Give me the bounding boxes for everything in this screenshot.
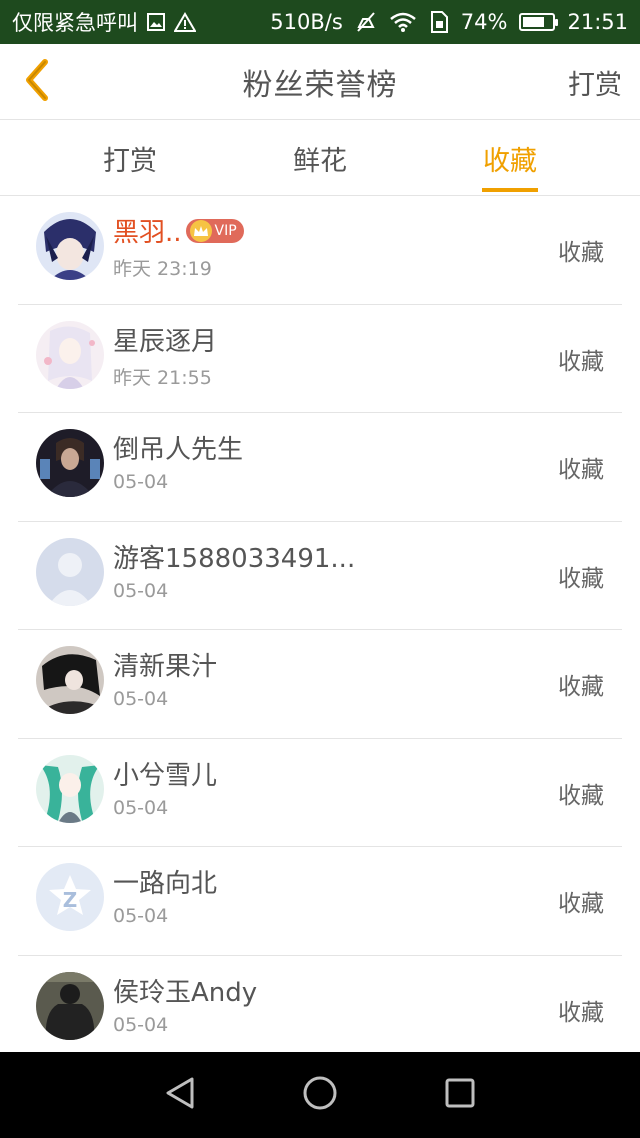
user-name-line: 一路向北 [113,863,217,900]
network-speed: 510B/s [270,10,343,34]
collect-time: 05-04 [113,471,169,493]
list-item[interactable]: 黑羽.. VIP 昨天 23:19 收藏 [18,196,622,305]
user-name-line: 小兮雪儿 [113,755,217,792]
tab-reward-label: 打赏 [103,145,157,177]
list-item[interactable]: 星辰逐月 昨天 21:55 收藏 [18,305,622,413]
tab-bar: 打赏 鲜花 收藏 [0,120,640,196]
collect-time: 05-04 [113,579,169,602]
list-item[interactable]: 倒吊人先生 05-04 收藏 [18,413,622,522]
active-tab-indicator [482,188,538,192]
user-name: 侯玲玉Andy [113,977,258,1008]
user-name-line: 黑羽.. VIP [113,212,244,249]
avatar [36,212,104,280]
row-action-label: 收藏 [558,999,604,1026]
avatar [36,320,104,389]
avatar [36,971,104,1040]
user-name-line: 清新果汁 [113,646,217,683]
row-action-label: 收藏 [558,457,604,483]
collect-time: 05-04 [113,796,169,819]
user-name-line: 游客1588033491... [113,538,355,575]
collect-time: 05-04 [113,905,169,927]
user-name-line: 星辰逐月 [113,321,217,358]
collect-time: 05-04 [113,1013,169,1036]
row-action-label: 收藏 [558,891,604,917]
user-name: 小兮雪儿 [113,760,218,791]
user-name-line: 倒吊人先生 [113,429,243,466]
user-name: 黑羽.. [113,218,182,248]
user-name: 清新果汁 [113,652,218,682]
tab-favorites[interactable]: 收藏 [450,120,570,196]
reward-button[interactable]: 打赏 [568,44,622,120]
back-triangle-icon [164,1076,196,1114]
user-name: 倒吊人先生 [113,435,244,465]
list-item[interactable]: 清新果汁 05-04 收藏 [18,630,622,739]
chevron-left-icon [21,58,51,106]
avatar [36,429,104,497]
back-button[interactable] [14,58,58,106]
avatar [36,754,104,823]
user-name: 一路向北 [113,869,218,899]
list-item[interactable]: 小兮雪儿 05-04 收藏 [18,739,622,847]
row-action-label: 收藏 [558,565,604,592]
row-action-label: 收藏 [558,782,604,809]
home-circle-icon [302,1075,338,1115]
collect-time: 昨天 23:19 [113,258,212,280]
tab-reward[interactable]: 打赏 [70,120,190,196]
recents-square-icon [444,1077,476,1113]
system-nav-bar [0,1052,640,1138]
tab-favorites-label: 收藏 [483,145,537,177]
sim-icon [429,11,449,33]
user-name: 游客1588033491... [113,543,356,574]
vip-label: VIP [214,222,237,239]
list-item[interactable]: 游客1588033491... 05-04 收藏 [18,522,622,630]
collect-time: 05-04 [113,688,169,710]
collect-time: 昨天 21:55 [113,366,212,389]
nav-back-button[interactable] [150,1065,210,1125]
user-name-line: 侯玲玉Andy [113,972,257,1009]
avatar: Z [36,863,104,931]
vip-badge: VIP [185,218,244,243]
list-item[interactable]: 侯玲玉Andy 05-04 收藏 [18,956,622,1053]
clock: 21:51 [567,10,628,34]
fan-list: 黑羽.. VIP 昨天 23:19 收藏 星辰逐月 昨天 21:55 收藏 倒吊… [0,196,640,1052]
battery-icon [519,13,559,31]
row-action-label: 收藏 [558,240,604,266]
tab-flowers[interactable]: 鲜花 [260,120,380,196]
svg-text:Z: Z [63,888,78,912]
avatar [36,537,104,606]
row-action-label: 收藏 [558,348,604,375]
mute-icon [355,11,377,33]
battery-percent: 74% [460,10,508,34]
row-action-label: 收藏 [558,674,604,700]
user-name: 星辰逐月 [113,326,218,357]
nav-recents-button[interactable] [430,1065,490,1125]
list-item[interactable]: Z 一路向北 05-04 收藏 [18,847,622,956]
status-bar: 仅限紧急呼叫 510B/s 74% 21:51 [0,0,640,44]
crown-icon [189,219,212,242]
page-title: 粉丝荣誉榜 [242,68,398,103]
nav-home-button[interactable] [290,1065,350,1125]
image-icon [146,12,166,32]
wifi-icon [389,12,417,32]
carrier-text: 仅限紧急呼叫 [12,11,138,35]
warning-icon [174,12,196,32]
header: 粉丝荣誉榜 打赏 [0,44,640,120]
avatar [36,646,104,714]
tab-flowers-label: 鲜花 [293,145,347,177]
